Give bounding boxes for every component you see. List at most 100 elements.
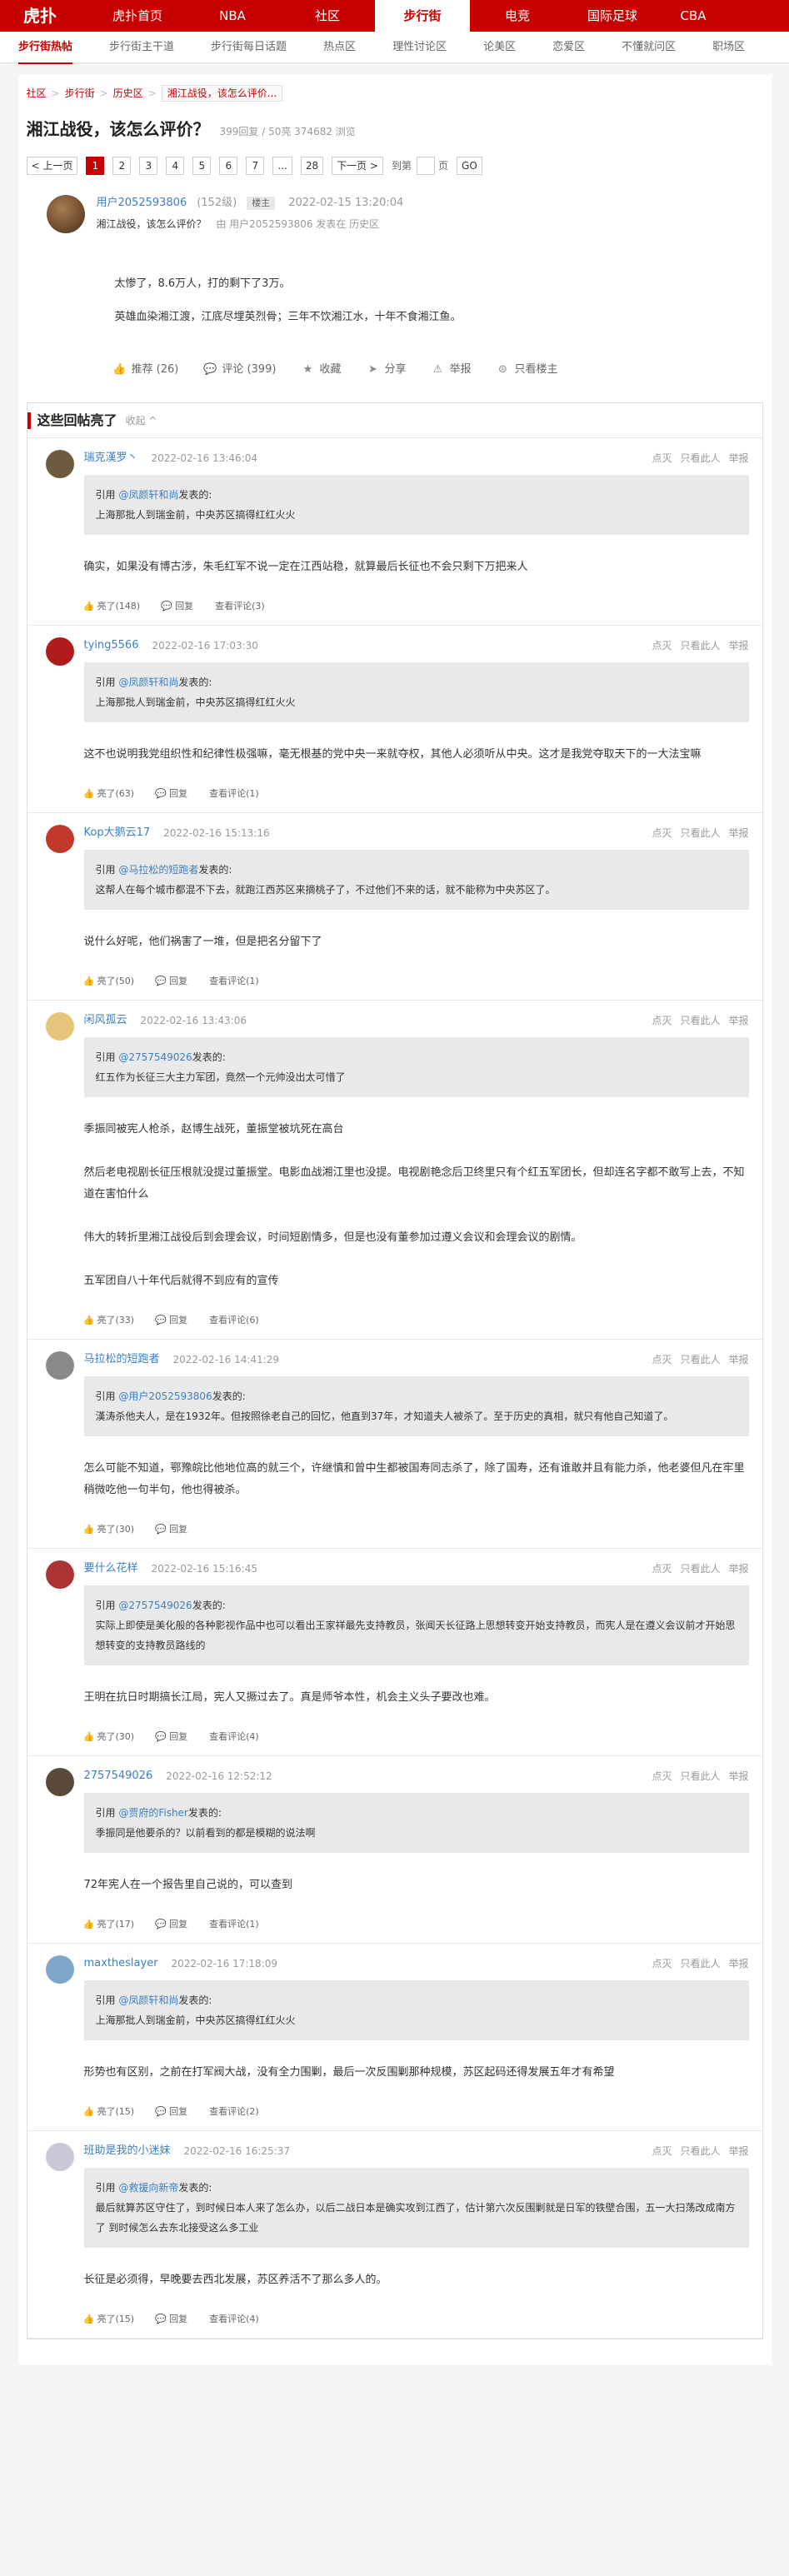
reply-button[interactable]: 💬 回复 bbox=[155, 1314, 187, 1328]
light-button[interactable]: 👍 亮了(30) bbox=[83, 1523, 134, 1537]
subnav-daily-topic[interactable]: 步行街每日话题 bbox=[211, 39, 287, 56]
reply-author[interactable]: maxtheslayer bbox=[84, 1955, 158, 1972]
page-1[interactable]: 1 bbox=[86, 157, 105, 175]
avatar[interactable] bbox=[45, 1012, 74, 1041]
reply-author[interactable]: 瑞克漢罗丶 bbox=[84, 450, 138, 467]
avatar[interactable] bbox=[45, 637, 74, 666]
reply-author[interactable]: Kop大鹅云17 bbox=[84, 825, 151, 841]
only-this-user-button[interactable]: 只看此人 bbox=[680, 1013, 720, 1028]
reply-author[interactable]: tying5566 bbox=[84, 637, 139, 654]
page-number-input[interactable] bbox=[417, 157, 435, 175]
page-4[interactable]: 4 bbox=[166, 157, 185, 175]
subnav-work[interactable]: 职场区 bbox=[712, 39, 745, 56]
nav-community[interactable]: 社区 bbox=[280, 0, 375, 32]
report-button[interactable]: 举报 bbox=[728, 826, 748, 841]
light-button[interactable]: 👍 亮了(30) bbox=[83, 1730, 134, 1745]
page-6[interactable]: 6 bbox=[219, 157, 238, 175]
avatar[interactable] bbox=[46, 195, 85, 233]
light-button[interactable]: 👍 亮了(33) bbox=[83, 1314, 134, 1328]
quote-user[interactable]: @凤颜轩和尚 bbox=[118, 489, 178, 501]
dim-button[interactable]: 点灭 bbox=[652, 826, 672, 841]
light-button[interactable]: 👍 亮了(63) bbox=[83, 787, 134, 801]
author-name[interactable]: 用户2052593806 bbox=[97, 195, 187, 212]
quote-user[interactable]: @贾府的Fisher bbox=[118, 1807, 188, 1819]
subnav-beauty[interactable]: 论美区 bbox=[483, 39, 516, 56]
reply-button[interactable]: 💬 回复 bbox=[155, 1730, 187, 1745]
report-button[interactable]: 举报 bbox=[728, 1013, 748, 1028]
favorite-button[interactable]: ★ 收藏 bbox=[301, 362, 342, 378]
view-comments-button[interactable]: 查看评论(6) bbox=[209, 1314, 259, 1328]
reply-button[interactable]: 💬 回复 bbox=[155, 1918, 187, 1932]
reply-author[interactable]: 要什么花样 bbox=[84, 1560, 138, 1577]
dim-button[interactable]: 点灭 bbox=[652, 1352, 672, 1367]
report-button[interactable]: 举报 bbox=[728, 1352, 748, 1367]
reply-button[interactable]: 💬 回复 bbox=[155, 787, 187, 801]
avatar[interactable] bbox=[45, 450, 74, 478]
dim-button[interactable]: 点灭 bbox=[652, 1956, 672, 1971]
view-comments-button[interactable]: 查看评论(1) bbox=[209, 975, 259, 989]
only-this-user-button[interactable]: 只看此人 bbox=[680, 1956, 720, 1971]
quote-user[interactable]: @救援向新帝 bbox=[118, 2182, 178, 2194]
nav-esports[interactable]: 电竞 bbox=[470, 0, 565, 32]
page-2[interactable]: 2 bbox=[112, 157, 132, 175]
view-comments-button[interactable]: 查看评论(2) bbox=[209, 2105, 259, 2119]
light-button[interactable]: 👍 亮了(50) bbox=[83, 975, 134, 989]
only-this-user-button[interactable]: 只看此人 bbox=[680, 1561, 720, 1576]
avatar[interactable] bbox=[45, 1955, 74, 1984]
subnav-hot[interactable]: 步行街热帖 bbox=[18, 39, 73, 64]
view-comments-button[interactable]: 查看评论(1) bbox=[209, 1918, 259, 1932]
nav-home[interactable]: 虎扑首页 bbox=[90, 0, 185, 32]
view-comments-button[interactable]: 查看评论(4) bbox=[209, 2313, 259, 2327]
reply-author[interactable]: 班助是我的小迷妹 bbox=[84, 2143, 171, 2159]
subnav-hotspot[interactable]: 热点区 bbox=[323, 39, 356, 56]
reply-button[interactable]: 💬 回复 bbox=[161, 600, 193, 614]
dim-button[interactable]: 点灭 bbox=[652, 1769, 672, 1784]
quote-user[interactable]: @凤颜轩和尚 bbox=[118, 1994, 178, 2006]
breadcrumb-history[interactable]: 历史区 bbox=[113, 86, 143, 101]
dim-button[interactable]: 点灭 bbox=[652, 451, 672, 466]
quote-user[interactable]: @2757549026 bbox=[118, 1600, 192, 1611]
report-button[interactable]: 举报 bbox=[728, 1956, 748, 1971]
avatar[interactable] bbox=[45, 825, 74, 853]
report-button[interactable]: 举报 bbox=[728, 638, 748, 653]
page-7[interactable]: 7 bbox=[246, 157, 265, 175]
light-button[interactable]: 👍 亮了(15) bbox=[83, 2105, 134, 2119]
subnav-rational[interactable]: 理性讨论区 bbox=[392, 39, 447, 56]
subnav-love[interactable]: 恋爱区 bbox=[552, 39, 585, 56]
next-page-button[interactable]: 下一页 > bbox=[332, 157, 383, 175]
only-this-user-button[interactable]: 只看此人 bbox=[680, 826, 720, 841]
only-this-user-button[interactable]: 只看此人 bbox=[680, 451, 720, 466]
nav-cba[interactable]: CBA bbox=[660, 0, 727, 32]
view-comments-button[interactable]: 查看评论(3) bbox=[215, 600, 265, 614]
nav-nba[interactable]: NBA bbox=[185, 0, 280, 32]
dim-button[interactable]: 点灭 bbox=[652, 1561, 672, 1576]
go-button[interactable]: GO bbox=[457, 157, 482, 175]
share-button[interactable]: ➤ 分享 bbox=[366, 362, 406, 378]
reply-button[interactable]: 💬 回复 bbox=[155, 1523, 187, 1537]
reply-author[interactable]: 2757549026 bbox=[84, 1768, 153, 1785]
reply-button[interactable]: 💬 回复 bbox=[155, 975, 187, 989]
nav-buxingjie[interactable]: 步行街 bbox=[375, 0, 470, 32]
only-this-user-button[interactable]: 只看此人 bbox=[680, 1769, 720, 1784]
report-button[interactable]: 举报 bbox=[728, 2144, 748, 2159]
reply-button[interactable]: 💬 回复 bbox=[155, 2313, 187, 2327]
dim-button[interactable]: 点灭 bbox=[652, 1013, 672, 1028]
breadcrumb-buxingjie[interactable]: 步行街 bbox=[65, 86, 95, 101]
light-button[interactable]: 👍 亮了(148) bbox=[83, 600, 140, 614]
reply-button[interactable]: 💬 回复 bbox=[155, 2105, 187, 2119]
report-button[interactable]: 举报 bbox=[728, 1769, 748, 1784]
only-this-user-button[interactable]: 只看此人 bbox=[680, 2144, 720, 2159]
page-3[interactable]: 3 bbox=[139, 157, 158, 175]
subnav-ask[interactable]: 不懂就问区 bbox=[622, 39, 676, 56]
dim-button[interactable]: 点灭 bbox=[652, 638, 672, 653]
report-button[interactable]: 举报 bbox=[728, 1561, 748, 1576]
subnav-main[interactable]: 步行街主干道 bbox=[109, 39, 174, 56]
page-5[interactable]: 5 bbox=[192, 157, 212, 175]
light-button[interactable]: 👍 亮了(17) bbox=[83, 1918, 134, 1932]
only-this-user-button[interactable]: 只看此人 bbox=[680, 638, 720, 653]
view-comments-button[interactable]: 查看评论(4) bbox=[209, 1730, 259, 1745]
nav-soccer[interactable]: 国际足球 bbox=[565, 0, 660, 32]
avatar[interactable] bbox=[45, 1768, 74, 1796]
quote-user[interactable]: @凤颜轩和尚 bbox=[118, 676, 178, 688]
report-button[interactable]: ⚠ 举报 bbox=[431, 362, 472, 378]
